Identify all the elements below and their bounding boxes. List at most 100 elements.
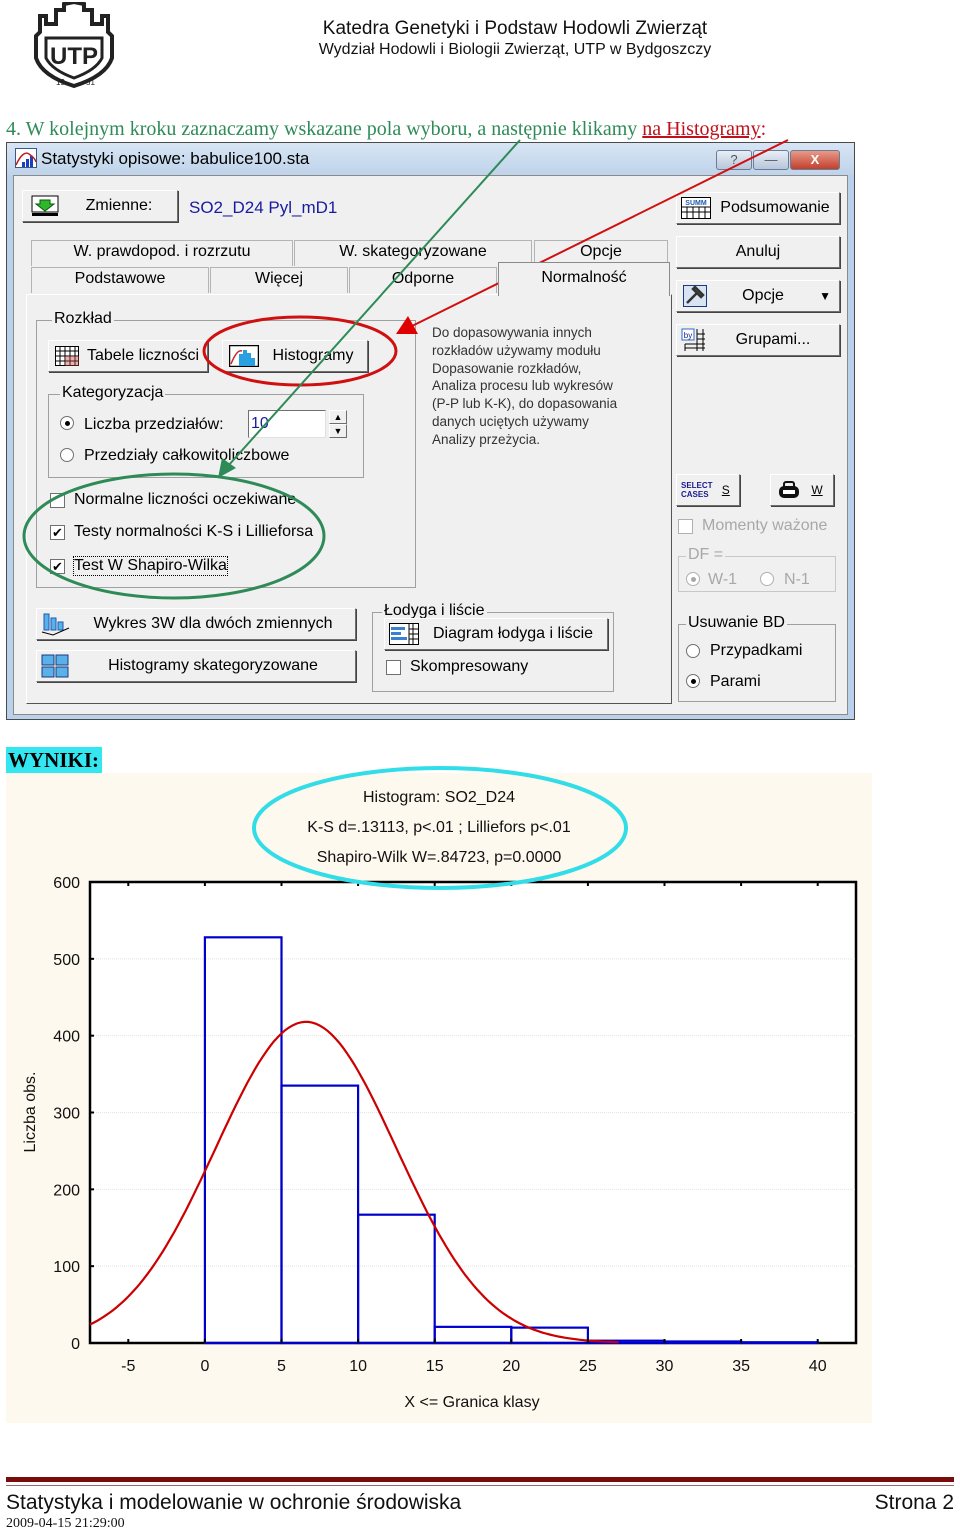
stepper-up-icon[interactable]: ▲ bbox=[329, 410, 347, 424]
header-faculty: Wydział Hodowli i Biologii Zwierząt, UTP… bbox=[318, 41, 712, 58]
radio-selected-dot bbox=[690, 576, 696, 582]
radio-selected-dot bbox=[690, 678, 696, 684]
x-tick-label: 10 bbox=[349, 1358, 367, 1375]
note-line: Dopasowanie rozkładów, bbox=[432, 360, 582, 376]
tabele-licznosci-button[interactable]: Tabele liczności bbox=[48, 340, 208, 372]
utp-logo: UTP 19 51 bbox=[34, 2, 114, 88]
note-line: rozkładów używamy modułu bbox=[432, 342, 601, 358]
help-button[interactable]: ? bbox=[716, 150, 752, 170]
liczba-przedzialow-input[interactable]: 10 bbox=[248, 410, 326, 438]
info-note: Do dopasowywania innych rozkładów używam… bbox=[432, 324, 652, 449]
svg-text:51: 51 bbox=[86, 78, 95, 87]
normalne-licznosci-checkbox[interactable] bbox=[50, 493, 65, 508]
podsumowanie-button[interactable]: SUMM Podsumowanie bbox=[676, 192, 840, 224]
x-tick-label: 40 bbox=[809, 1358, 827, 1375]
title-bar[interactable]: Statystyki opisowe: babulice100.sta ? — … bbox=[7, 143, 854, 175]
df-n1-label: N-1 bbox=[784, 571, 810, 588]
minimize-button[interactable]: — bbox=[753, 150, 789, 170]
header-department: Katedra Genetyki i Podstaw Hodowli Zwier… bbox=[322, 18, 708, 39]
weight-button[interactable]: W bbox=[770, 474, 834, 506]
liczba-przedzialow-label: Liczba przedziałów: bbox=[84, 416, 224, 433]
footer-rule bbox=[6, 1477, 954, 1482]
histogramy-button[interactable]: Histogramy bbox=[222, 340, 368, 372]
przypadkami-radio[interactable] bbox=[686, 644, 700, 658]
ks-lilliefors-label: Testy normalności K-S i Lillieforsa bbox=[74, 523, 314, 540]
opcje-button[interactable]: Opcje ▼ bbox=[676, 280, 840, 312]
note-line: (P-P lub K-K), do dopasowania bbox=[432, 396, 618, 412]
x-tick-label: 35 bbox=[732, 1358, 750, 1375]
df-label: DF = bbox=[686, 546, 726, 564]
instruction-main: 4. W kolejnym kroku zaznaczamy wskazane … bbox=[6, 118, 643, 140]
note-line: Do dopasowywania innych bbox=[432, 325, 592, 340]
przedzialy-calkowite-label: Przedziały całkowitoliczbowe bbox=[84, 447, 290, 464]
kategoryzacja-label: Kategoryzacja bbox=[60, 384, 166, 402]
instruction-text: 4. W kolejnym kroku zaznaczamy wskazane … bbox=[6, 118, 766, 141]
momenty-wazone-checkbox[interactable] bbox=[678, 519, 693, 534]
histogramy-label: Histogramy bbox=[272, 347, 354, 364]
histogram-icon bbox=[229, 345, 259, 367]
select-cases-key: S bbox=[721, 483, 730, 497]
note-line: Analiza procesu lub wykresów bbox=[432, 378, 613, 394]
instruction-highlight: na Histogramy bbox=[642, 118, 761, 140]
anuluj-label: Anuluj bbox=[735, 243, 781, 260]
df-w1-radio[interactable] bbox=[686, 572, 700, 586]
y-tick-label: 0 bbox=[71, 1336, 80, 1353]
histogramy-skategoryzowane-label: Histogramy skategoryzowane bbox=[108, 657, 318, 674]
window-title: Statystyki opisowe: babulice100.sta bbox=[41, 149, 310, 168]
df-n1-radio[interactable] bbox=[760, 572, 774, 586]
histogram-chart: 0 100 200 300 400 500 600 -5 0 5 10 15 20 25 30 35 40 Li… bbox=[22, 766, 858, 1411]
svg-text:19: 19 bbox=[56, 78, 65, 87]
tab-w-skategoryzowane[interactable]: W. skategoryzowane bbox=[294, 240, 532, 266]
by-group-icon: by bbox=[681, 328, 705, 351]
x-tick-label: 25 bbox=[579, 1358, 597, 1375]
wykres-3w-label: Wykres 3W dla dwóch zmiennych bbox=[93, 615, 333, 632]
przedzialy-calkowite-radio[interactable] bbox=[60, 448, 74, 462]
tab-wiecej[interactable]: Więcej bbox=[210, 267, 348, 293]
podsumowanie-label: Podsumowanie bbox=[720, 199, 830, 216]
histogram-bar bbox=[663, 1340, 743, 1345]
tab-normalnosc[interactable]: Normalność bbox=[498, 262, 670, 296]
3d-chart-icon bbox=[41, 613, 70, 636]
tabele-licznosci-label: Tabele liczności bbox=[86, 347, 200, 364]
close-button[interactable]: X bbox=[790, 150, 840, 170]
anuluj-button[interactable]: Anuluj bbox=[676, 236, 840, 268]
diagram-lodyga-button[interactable]: Diagram łodyga i liście bbox=[384, 618, 608, 650]
x-tick-label: 5 bbox=[277, 1358, 286, 1375]
ks-lilliefors-checkbox[interactable]: ✔ bbox=[50, 525, 65, 540]
usuwanie-bd-label: Usuwanie BD bbox=[686, 614, 787, 632]
variables-value: SO2_D24 Pyl_mD1 bbox=[189, 198, 338, 217]
variables-button[interactable]: Zmienne: bbox=[22, 190, 178, 222]
histogramy-skategoryzowane-button[interactable]: Histogramy skategoryzowane bbox=[36, 650, 356, 682]
przypadkami-label: Przypadkami bbox=[710, 642, 803, 659]
x-axis-label: X <= Granica klasy bbox=[404, 1394, 539, 1411]
shapiro-wilk-checkbox[interactable]: ✔ bbox=[50, 559, 65, 574]
wykres-3w-button[interactable]: Wykres 3W dla dwóch zmiennych bbox=[36, 608, 356, 640]
options-hammer-icon bbox=[683, 285, 707, 307]
skompresowany-checkbox[interactable] bbox=[386, 660, 401, 675]
x-tick-label: 20 bbox=[502, 1358, 520, 1375]
stem-leaf-icon bbox=[389, 623, 419, 645]
instruction-colon: : bbox=[760, 118, 767, 140]
weight-icon bbox=[779, 481, 799, 498]
y-tick-label: 600 bbox=[53, 875, 80, 892]
liczba-przedzialow-radio[interactable] bbox=[60, 416, 74, 430]
select-cases-button[interactable]: SELECT CASES S bbox=[676, 474, 740, 506]
diagram-lodyga-label: Diagram łodyga i liście bbox=[432, 625, 594, 642]
footer-course: Statystyka i modelowanie w ochronie środ… bbox=[6, 1491, 462, 1514]
footer-rule-thin bbox=[6, 1485, 954, 1486]
y-tick-label: 100 bbox=[53, 1259, 80, 1276]
grupami-label: Grupami... bbox=[735, 331, 811, 348]
y-tick-label: 500 bbox=[53, 952, 80, 969]
summary-icon: SUMM bbox=[681, 197, 711, 219]
tab-w-prawdopod[interactable]: W. prawdopod. i rozrzutu bbox=[31, 240, 293, 266]
tab-odporne[interactable]: Odporne bbox=[349, 267, 497, 293]
grupami-button[interactable]: by Grupami... bbox=[676, 324, 840, 356]
svg-text:SUMM: SUMM bbox=[685, 200, 707, 207]
app-chart-icon bbox=[15, 148, 37, 168]
tab-podstawowe[interactable]: Podstawowe bbox=[31, 267, 209, 293]
skompresowany-label: Skompresowany bbox=[410, 658, 529, 675]
stepper-down-icon[interactable]: ▼ bbox=[329, 424, 347, 438]
parami-radio[interactable] bbox=[686, 674, 700, 688]
liczba-stepper[interactable]: ▲ ▼ bbox=[329, 410, 347, 438]
note-line: Analizy przeżycia. bbox=[432, 431, 541, 447]
